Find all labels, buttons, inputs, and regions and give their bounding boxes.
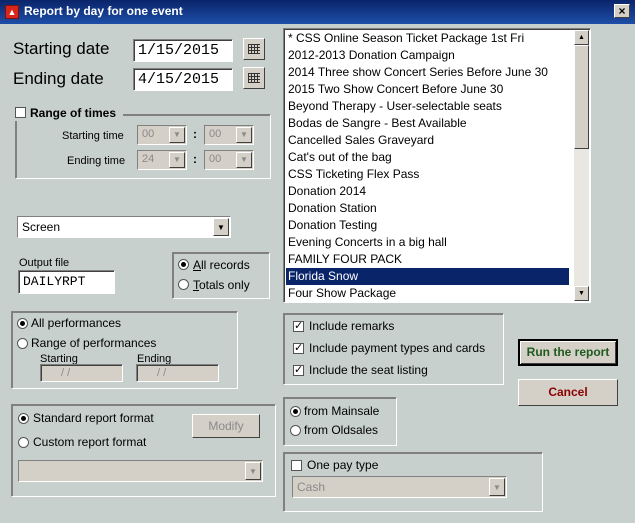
- list-item[interactable]: Donation Testing: [288, 217, 377, 234]
- range-of-performances-radio[interactable]: [17, 338, 28, 349]
- list-item[interactable]: 2012-2013 Donation Campaign: [288, 47, 455, 64]
- include-seat-label: Include the seat listing: [309, 363, 428, 377]
- list-item[interactable]: * CSS Online Season Ticket Package 1st F…: [288, 30, 524, 47]
- list-item[interactable]: 2015 Two Show Concert Before June 30: [288, 81, 503, 98]
- time-separator: :: [193, 127, 197, 141]
- custom-format-select[interactable]: ▼: [18, 460, 263, 482]
- scroll-down-icon[interactable]: ▼: [574, 286, 589, 301]
- run-report-button[interactable]: Run the report: [518, 339, 618, 366]
- one-pay-type-label: One pay type: [307, 458, 379, 472]
- starting-date-calendar-button[interactable]: [243, 38, 265, 60]
- custom-format-label: Custom report format: [33, 435, 147, 449]
- list-item[interactable]: Donation Station: [288, 200, 377, 217]
- all-records-radio[interactable]: [178, 259, 189, 270]
- list-item[interactable]: Cat's out of the bag: [288, 149, 392, 166]
- oldsales-label: from Oldsales: [304, 423, 379, 437]
- oldsales-radio[interactable]: [290, 425, 301, 436]
- chevron-down-icon: ▼: [213, 218, 229, 236]
- scroll-up-icon[interactable]: ▲: [574, 30, 589, 45]
- all-records-label: All records: [193, 258, 250, 272]
- chevron-down-icon: ▼: [245, 462, 261, 480]
- list-item[interactable]: Bodas de Sangre - Best Available: [288, 115, 467, 132]
- range-of-times-label: Range of times: [30, 106, 117, 120]
- list-item[interactable]: Four Show Package: [288, 285, 396, 302]
- all-performances-label: All performances: [31, 316, 122, 330]
- calendar-icon: [248, 44, 260, 54]
- one-pay-type-checkbox[interactable]: [291, 460, 302, 471]
- standard-format-label: Standard report format: [33, 411, 154, 425]
- scroll-thumb[interactable]: [574, 45, 589, 149]
- custom-format-radio[interactable]: [18, 437, 29, 448]
- window-title: Report by day for one event: [24, 4, 183, 18]
- include-remarks-checkbox[interactable]: ✓: [293, 321, 304, 332]
- output-file-field[interactable]: DAILYRPT: [18, 270, 115, 294]
- list-item[interactable]: FAMILY FOUR PACK: [288, 251, 402, 268]
- include-seat-checkbox[interactable]: ✓: [293, 365, 304, 376]
- include-payment-label: Include payment types and cards: [309, 341, 486, 355]
- list-item[interactable]: Evening Concerts in a big hall: [288, 234, 447, 251]
- include-payment-checkbox[interactable]: ✓: [293, 343, 304, 354]
- ending-time-label: Ending time: [67, 155, 126, 167]
- chevron-down-icon: ▼: [489, 478, 505, 496]
- list-item[interactable]: CSS Ticketing Flex Pass: [288, 166, 419, 183]
- range-of-times-legend: Range of times: [14, 105, 123, 121]
- ending-hour-select[interactable]: 24 ▼: [137, 150, 187, 170]
- starting-date-label: Starting date: [13, 39, 110, 58]
- performance-ending-field[interactable]: / /: [136, 364, 219, 382]
- starting-date-field[interactable]: 1/15/2015: [133, 39, 233, 62]
- all-performances-radio[interactable]: [17, 318, 28, 329]
- mainsale-radio[interactable]: [290, 406, 301, 417]
- chevron-down-icon: ▼: [236, 127, 252, 143]
- title-bar[interactable]: ▲ Report by day for one event ×: [0, 0, 635, 24]
- mainsale-label: from Mainsale: [304, 404, 380, 418]
- list-item-selected[interactable]: Florida Snow: [286, 268, 569, 285]
- starting-minute-select[interactable]: 00 ▼: [204, 125, 254, 145]
- ending-date-field[interactable]: 4/15/2015: [133, 68, 233, 91]
- ending-date-label: Ending date: [13, 69, 104, 88]
- list-item[interactable]: Cancelled Sales Graveyard: [288, 132, 434, 149]
- list-item[interactable]: Beyond Therapy - User-selectable seats: [288, 98, 502, 115]
- ending-date-calendar-button[interactable]: [243, 67, 265, 89]
- performance-starting-field[interactable]: / /: [40, 364, 123, 382]
- cancel-button[interactable]: Cancel: [518, 379, 618, 406]
- pay-type-select[interactable]: Cash ▼: [292, 476, 507, 498]
- include-remarks-label: Include remarks: [309, 319, 395, 333]
- standard-format-radio[interactable]: [18, 413, 29, 424]
- totals-only-radio[interactable]: [178, 279, 189, 290]
- app-icon: ▲: [5, 5, 19, 19]
- close-button[interactable]: ×: [614, 4, 630, 18]
- event-list[interactable]: * CSS Online Season Ticket Package 1st F…: [283, 28, 591, 303]
- chevron-down-icon: ▼: [169, 127, 185, 143]
- starting-hour-select[interactable]: 00 ▼: [137, 125, 187, 145]
- ending-minute-select[interactable]: 00 ▼: [204, 150, 254, 170]
- chevron-down-icon: ▼: [169, 152, 185, 168]
- time-separator: :: [193, 152, 197, 166]
- list-item[interactable]: Donation 2014: [288, 183, 366, 200]
- totals-only-label: Totals only: [193, 278, 250, 292]
- event-list-scrollbar[interactable]: ▲ ▼: [574, 30, 589, 301]
- chevron-down-icon: ▼: [236, 152, 252, 168]
- starting-time-label: Starting time: [62, 130, 124, 142]
- range-of-performances-label: Range of performances: [31, 336, 157, 350]
- range-of-times-checkbox[interactable]: [15, 107, 26, 118]
- output-destination-select[interactable]: Screen ▼: [17, 216, 231, 238]
- output-file-label: Output file: [19, 257, 70, 269]
- list-item[interactable]: 2014 Three show Concert Series Before Ju…: [288, 64, 548, 81]
- calendar-icon: [248, 73, 260, 83]
- modify-button[interactable]: Modify: [192, 414, 260, 438]
